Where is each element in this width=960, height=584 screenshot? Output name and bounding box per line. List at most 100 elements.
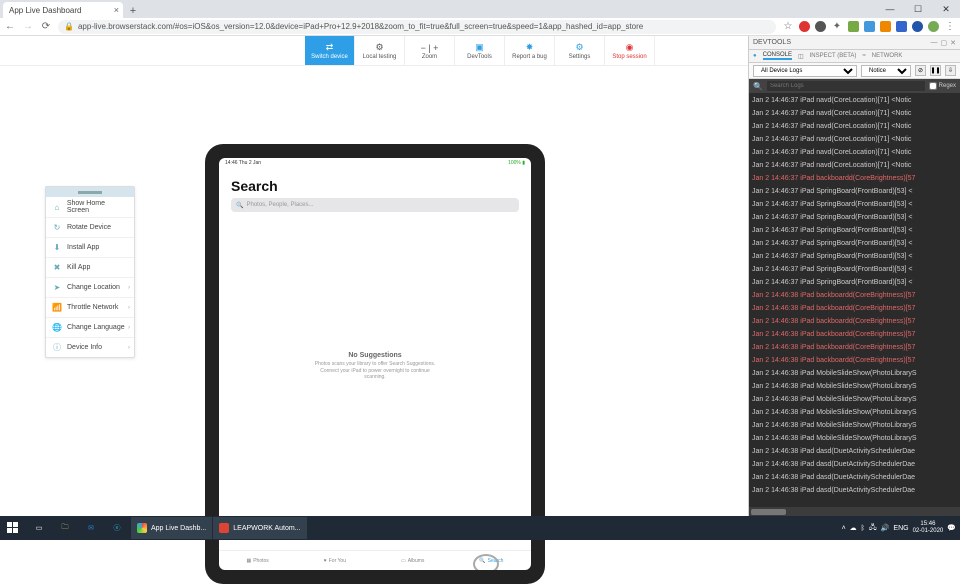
ipad-tab-search[interactable]: 🔍Search (479, 558, 503, 564)
window-maximize[interactable]: ☐ (904, 0, 932, 18)
outlook-icon[interactable]: ✉ (78, 516, 104, 540)
log-line: Jan 2 14:46:37 iPad SpringBoard(FrontBoa… (749, 250, 960, 263)
ipad-tab-photos[interactable]: ▦Photos (246, 558, 268, 564)
extension-icons: ☆ ✦ ⋮ (782, 21, 956, 33)
sidebar-item-7[interactable]: ⓘDevice Info› (46, 337, 134, 357)
devtools-tab-console[interactable]: CONSOLE (763, 52, 792, 60)
ext-icon[interactable]: ✦ (831, 21, 843, 33)
log-line: Jan 2 14:46:37 iPad navd(CoreLocation)[7… (749, 120, 960, 133)
switch-icon: ⇄ (326, 42, 334, 54)
ext-icon[interactable] (864, 21, 875, 32)
tray-vol-icon[interactable]: 🔊 (881, 524, 890, 532)
sidebar-item-1[interactable]: ↻Rotate Device (46, 217, 134, 237)
log-output[interactable]: Jan 2 14:46:37 iPad navd(CoreLocation)[7… (749, 93, 960, 507)
horizontal-scrollbar[interactable] (749, 507, 960, 516)
regex-checkbox[interactable] (929, 82, 937, 90)
network-icon: ≈ (862, 53, 865, 59)
ext-icon[interactable] (848, 21, 859, 32)
switch-device-button[interactable]: ⇄ Switch device (305, 36, 355, 65)
sidebar-label: Kill App (67, 264, 90, 271)
devtools-popout-icon[interactable]: ▢ (941, 39, 948, 47)
start-button[interactable] (0, 516, 26, 540)
log-line: Jan 2 14:46:38 iPad backboardd(CoreBrigh… (749, 315, 960, 328)
nav-back-icon[interactable]: ← (4, 21, 16, 33)
devtools-close-icon[interactable]: ✕ (950, 39, 956, 47)
ipad-tab-albums[interactable]: ▭Albums (401, 558, 424, 564)
tray-chevron-icon[interactable]: ˄ (842, 525, 846, 532)
taskbar-app-chrome[interactable]: App Live Dashb... (131, 517, 212, 539)
no-suggestions: No Suggestions Photos scans your library… (231, 352, 519, 381)
stop-session-button[interactable]: ◉ Stop session (605, 36, 655, 65)
sidebar-item-4[interactable]: ➤Change Location› (46, 277, 134, 297)
stop-icon: ◉ (626, 42, 634, 54)
ext-icon[interactable] (912, 21, 923, 32)
local-testing-button[interactable]: ⚙ Local testing (355, 36, 405, 65)
log-line: Jan 2 14:46:38 iPad backboardd(CoreBrigh… (749, 354, 960, 367)
omnibox[interactable]: 🔒 app-live.browserstack.com/#os=iOS&os_v… (58, 20, 776, 34)
nosugg-text: Photos scans your library to offer Searc… (231, 361, 519, 381)
tray-net-icon[interactable]: 🖧 (869, 523, 877, 534)
settings-button[interactable]: ⚙ Settings (555, 36, 605, 65)
zoom-button[interactable]: − | + Zoom (405, 36, 455, 65)
ext-icon[interactable] (880, 21, 891, 32)
window-minimize[interactable]: — (876, 0, 904, 18)
log-line: Jan 2 14:46:37 iPad SpringBoard(FrontBoa… (749, 263, 960, 276)
sidebar-item-3[interactable]: ✖Kill App (46, 257, 134, 277)
regex-toggle[interactable]: Regex (929, 82, 956, 90)
log-line: Jan 2 14:46:37 iPad navd(CoreLocation)[7… (749, 159, 960, 172)
devtools-button[interactable]: ▣ DevTools (455, 36, 505, 65)
log-line: Jan 2 14:46:37 iPad navd(CoreLocation)[7… (749, 146, 960, 159)
new-tab-button[interactable]: + (126, 4, 140, 18)
ie-icon[interactable]: ⓔ (104, 516, 130, 540)
explorer-icon[interactable]: 🗀 (52, 516, 78, 540)
tray-cloud-icon[interactable]: ☁ (850, 524, 857, 532)
tab-close-icon[interactable]: × (114, 5, 119, 15)
log-line: Jan 2 14:46:38 iPad backboardd(CoreBrigh… (749, 328, 960, 341)
status-left: 14:46 Thu 2 Jan (225, 160, 261, 166)
sidebar-handle[interactable] (46, 187, 134, 197)
tray-bt-icon[interactable]: ᛒ (861, 525, 865, 532)
tray-notif-icon[interactable]: 💬 (947, 524, 956, 532)
sidebar-item-6[interactable]: 🌐Change Language› (46, 317, 134, 337)
pause-button[interactable]: ❚❚ (930, 65, 941, 76)
menu-icon[interactable]: ⋮ (944, 21, 956, 33)
device-sidebar: ⌂Show Home Screen↻Rotate Device⬇Install … (45, 186, 135, 358)
sidebar-item-5[interactable]: 📶Throttle Network› (46, 297, 134, 317)
ext-icon[interactable] (799, 21, 810, 32)
clear-button[interactable]: ⊘ (915, 65, 926, 76)
avatar-icon[interactable] (928, 21, 939, 32)
label: App Live Dashb... (151, 525, 206, 532)
nav-forward-icon[interactable]: → (22, 21, 34, 33)
sidebar-item-2[interactable]: ⬇Install App (46, 237, 134, 257)
window-close[interactable]: ✕ (932, 0, 960, 18)
ipad-screen[interactable]: 14:46 Thu 2 Jan 100% ▮ Search 🔍 Photos, … (219, 158, 531, 570)
tray-clock[interactable]: 15:46 02-01-2020 (913, 521, 944, 534)
browser-tab[interactable]: App Live Dashboard × (3, 2, 123, 18)
log-line: Jan 2 14:46:38 iPad MobileSlideShow(Phot… (749, 432, 960, 445)
log-line: Jan 2 14:46:38 iPad dasd(DuetActivitySch… (749, 458, 960, 471)
ext-icon[interactable] (896, 21, 907, 32)
devtools-minimize-icon[interactable]: — (931, 39, 938, 47)
level-filter-select[interactable]: Notice (861, 65, 911, 77)
report-bug-button[interactable]: ✸ Report a bug (505, 36, 555, 65)
device-filter-select[interactable]: All Device Logs (753, 65, 857, 77)
search-field[interactable]: 🔍 Photos, People, Places... (231, 198, 519, 212)
download-button[interactable]: ⇩ (945, 65, 956, 76)
nav-reload-icon[interactable]: ⟳ (40, 21, 52, 33)
label: Switch device (311, 54, 348, 60)
log-line: Jan 2 14:46:38 iPad MobileSlideShow(Phot… (749, 393, 960, 406)
chevron-right-icon: › (128, 305, 130, 311)
sidebar-item-0[interactable]: ⌂Show Home Screen (46, 197, 134, 217)
task-view-icon[interactable]: ▭ (26, 516, 52, 540)
log-line: Jan 2 14:46:38 iPad backboardd(CoreBrigh… (749, 289, 960, 302)
log-search-input[interactable] (767, 81, 925, 91)
sidebar-icon: ⌂ (52, 202, 62, 212)
devtools-tab-network[interactable]: NETWORK (872, 53, 903, 59)
star-icon[interactable]: ☆ (782, 21, 794, 33)
taskbar-app-leapwork[interactable]: LEAPWORK Autom... (213, 517, 306, 539)
devtools-tab-inspect[interactable]: INSPECT (BETA) (810, 53, 857, 59)
ext-icon[interactable] (815, 21, 826, 32)
tray-lang[interactable]: ENG (893, 525, 908, 532)
ipad-tab-foryou[interactable]: ♥For You (324, 558, 346, 564)
devtools-search: 🔍 Regex (749, 79, 960, 93)
